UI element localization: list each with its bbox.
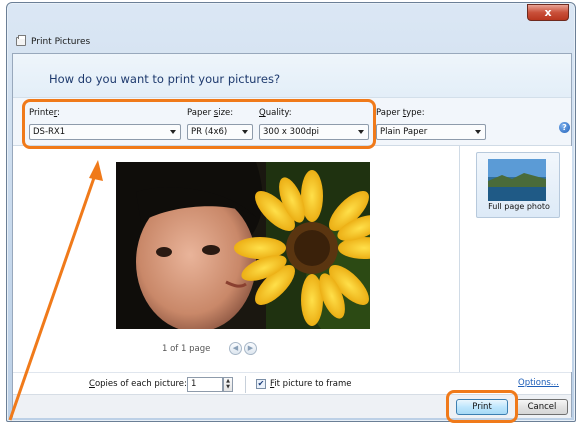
title-bar[interactable]: Print Pictures x — [7, 3, 575, 55]
photo-preview — [116, 162, 370, 329]
window-title: Print Pictures — [31, 37, 91, 47]
paper-type-value: Plain Paper — [380, 127, 428, 137]
layout-sidebar: Full page photo — [459, 146, 572, 372]
header-band: How do you want to print your pictures? — [13, 54, 571, 98]
page-title: How do you want to print your pictures? — [49, 72, 281, 86]
fit-picture-label: Fit picture to frame — [270, 379, 352, 389]
close-button[interactable]: x — [527, 4, 569, 21]
help-icon[interactable]: ? — [559, 122, 570, 133]
fit-picture-checkbox[interactable]: ✔ — [256, 379, 266, 389]
printer-icon — [16, 35, 26, 46]
preview-area: 1 of 1 page ◀ ▶ — [13, 146, 459, 372]
chevron-down-icon[interactable]: ▼ — [224, 384, 232, 390]
next-page-button[interactable]: ▶ — [244, 342, 257, 355]
layout-label: Full page photo — [488, 202, 550, 211]
cancel-button[interactable]: Cancel — [516, 399, 568, 415]
previous-page-button[interactable]: ◀ — [229, 342, 242, 355]
paper-type-label: Paper type: — [376, 108, 425, 118]
divider — [245, 376, 246, 393]
copies-label: Copies of each picture: — [89, 379, 187, 389]
paper-type-select[interactable]: Plain Paper — [376, 124, 486, 140]
landscape-thumbnail — [488, 159, 546, 201]
options-highlight-box — [22, 99, 376, 149]
copies-input[interactable]: 1 — [187, 377, 223, 392]
girl-sunflower-photo — [116, 162, 370, 329]
options-link[interactable]: Options... — [518, 378, 559, 388]
chevron-down-icon — [475, 130, 481, 134]
copies-stepper[interactable]: ▲ ▼ — [223, 377, 233, 392]
print-highlight-box — [446, 390, 518, 423]
layout-option-full-page[interactable]: Full page photo — [476, 152, 560, 218]
page-indicator: 1 of 1 page — [162, 344, 211, 354]
